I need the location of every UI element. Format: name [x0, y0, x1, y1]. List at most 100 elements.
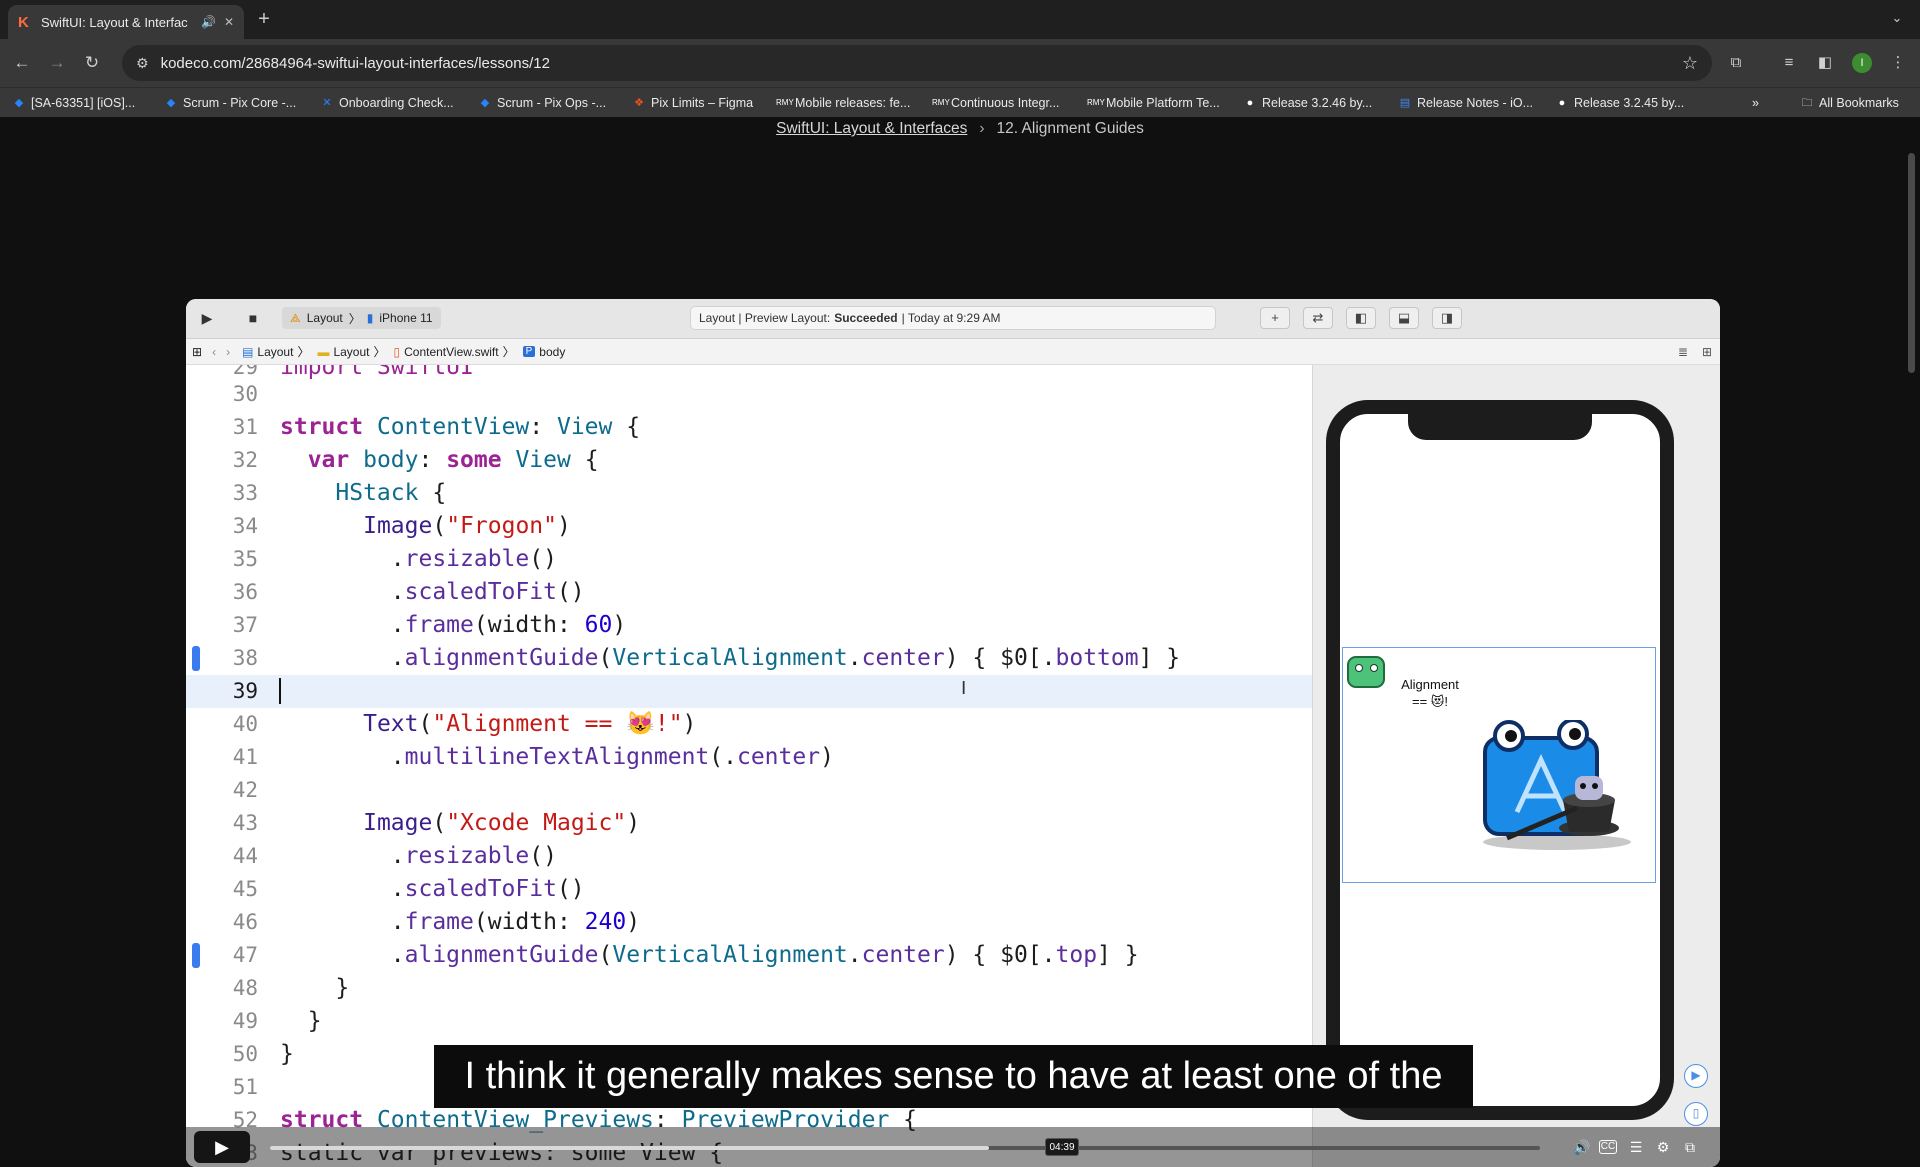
- settings-gear-icon[interactable]: ⚙: [1653, 1137, 1673, 1157]
- bookmark-item[interactable]: ● Release 3.2.46 by...: [1243, 94, 1373, 112]
- back-arrow-icon[interactable]: ←: [10, 51, 34, 75]
- rmy-icon: RMY: [932, 98, 950, 107]
- jump-file: ▯ ContentView.swift 〉: [393, 344, 515, 360]
- video-player[interactable]: ▶ ■ ⟁ Layout 〉 ▮ iPhone 11 Layout | Prev…: [186, 299, 1720, 1167]
- code-line: 49 }: [232, 1008, 322, 1034]
- extensions-icon[interactable]: ⧉: [1726, 53, 1746, 73]
- forward-arrow-icon[interactable]: →: [45, 51, 69, 75]
- close-tab-icon[interactable]: ✕: [224, 15, 234, 29]
- github-icon: ●: [1558, 97, 1566, 109]
- code-line-current: 39: [186, 675, 1312, 708]
- bookmark-item[interactable]: RMY Mobile Platform Te...: [1087, 94, 1220, 112]
- url-text[interactable]: kodeco.com/28684964-swiftui-layout-inter…: [161, 55, 550, 72]
- bookmark-star-icon[interactable]: ☆: [1682, 53, 1698, 74]
- inspector-toggle-icon: ◨: [1432, 307, 1462, 329]
- audio-playing-icon[interactable]: 🔊: [201, 15, 216, 29]
- code-line: 34 Image("Frogon"): [232, 513, 571, 539]
- site-info-icon[interactable]: ⚙: [136, 55, 149, 72]
- play-button[interactable]: ▶: [194, 1131, 250, 1163]
- jump-bar: ⊞ ‹ › ▤ Layout 〉 ▬ Layout 〉 ▯ ContentView.s…: [186, 339, 1720, 365]
- reload-icon[interactable]: ↻: [80, 51, 104, 75]
- project-icon: ▤: [242, 344, 254, 359]
- breadcrumb-course-link[interactable]: SwiftUI: Layout & Interfaces: [776, 120, 967, 137]
- bookmark-item[interactable]: ✕ Onboarding Check...: [320, 94, 453, 112]
- side-panel-icon[interactable]: ◧: [1815, 53, 1835, 73]
- live-preview-icon: ▶: [1684, 1064, 1708, 1088]
- page-content: SwiftUI: Layout & Interfaces › 12. Alignme…: [0, 117, 1920, 1167]
- bookmarks-bar: ◆ [SA-63351] [iOS]... ◆ Scrum - Pix Core -…: [0, 87, 1920, 117]
- code-line: 41 .multilineTextAlignment(.center): [232, 744, 834, 770]
- code-review-icon: ⇄: [1303, 307, 1333, 329]
- bookmark-item[interactable]: ◆ Scrum - Pix Ops -...: [478, 94, 606, 112]
- editor-options-icon: ≣: [1677, 344, 1688, 359]
- code-line: 44 .resizable(): [232, 843, 557, 869]
- swift-file-icon: ▯: [393, 344, 401, 359]
- code-line: 47 .alignmentGuide(VerticalAlignment.cen…: [186, 939, 1312, 972]
- bookmark-item[interactable]: RMY Continuous Integr...: [932, 94, 1059, 112]
- all-bookmarks-folder[interactable]: 🗀 All Bookmarks: [1800, 94, 1899, 112]
- bookmark-item[interactable]: ● Release 3.2.45 by...: [1555, 94, 1685, 112]
- text-caret: [279, 678, 281, 704]
- breadcrumb-separator: ›: [979, 120, 985, 137]
- code-line: 37 .frame(width: 60): [232, 612, 627, 638]
- kodeco-favicon-icon: K: [18, 13, 29, 31]
- confluence-icon: ✕: [322, 97, 332, 109]
- navigator-toggle-icon: ◧: [1346, 307, 1376, 329]
- media-controls-icon[interactable]: ≡: [1779, 53, 1799, 73]
- bookmark-item[interactable]: ◆ [SA-63351] [iOS]...: [12, 94, 135, 112]
- volume-icon[interactable]: 🔊: [1572, 1137, 1592, 1157]
- ibeam-cursor-icon: I: [961, 678, 967, 699]
- code-line: 48 }: [232, 975, 350, 1001]
- browser-toolbar: ← → ↻ ⚙ kodeco.com/28684964-swiftui-layo…: [0, 39, 1920, 87]
- phone-notch: [1408, 412, 1592, 440]
- video-controls: ▶ 04:39 🔊 CC ☰ ⚙ ⧉: [186, 1127, 1720, 1167]
- figma-icon: ❖: [634, 97, 644, 109]
- app-target-icon: ⟁: [290, 310, 301, 325]
- tab-strip: K SwiftUI: Layout & Interfac 🔊 ✕ + ⌄: [0, 0, 1920, 39]
- iphone-frame: Alignment == 😻!: [1326, 400, 1674, 1120]
- bookmark-item[interactable]: ▤ Release Notes - iO...: [1398, 94, 1533, 112]
- docs-icon: ▤: [1399, 97, 1411, 109]
- xcode-toolbar: ▶ ■ ⟁ Layout 〉 ▮ iPhone 11 Layout | Prev…: [186, 299, 1720, 339]
- code-line: 30: [232, 382, 258, 406]
- jump-project: ▤ Layout 〉: [242, 344, 310, 360]
- address-bar[interactable]: ⚙ kodeco.com/28684964-swiftui-layout-int…: [122, 45, 1712, 81]
- new-tab-button[interactable]: +: [253, 8, 275, 30]
- bookmark-item[interactable]: ❖ Pix Limits – Figma: [632, 94, 753, 112]
- folder-icon: 🗀: [1801, 97, 1813, 109]
- jira-icon: ◆: [480, 97, 490, 109]
- more-bookmarks-chevron-icon[interactable]: »: [1752, 94, 1759, 112]
- code-line: 32 var body: some View {: [232, 447, 599, 473]
- profile-avatar[interactable]: I: [1852, 53, 1872, 73]
- device-settings-icon: ▯: [1684, 1102, 1708, 1126]
- tab-search-chevron-icon[interactable]: ⌄: [1886, 10, 1908, 30]
- add-library-icon: +: [1260, 307, 1290, 329]
- code-line: 45 .scaledToFit(): [232, 876, 585, 902]
- jump-symbol: Pbody: [522, 345, 565, 359]
- page-scrollbar[interactable]: [1908, 153, 1915, 373]
- code-line: 40 Text("Alignment == 😻!"): [232, 711, 697, 737]
- time-tooltip: 04:39: [1045, 1138, 1079, 1156]
- property-icon: P: [522, 346, 536, 357]
- forward-chevron-icon: ›: [226, 344, 231, 359]
- run-icon: ▶: [201, 310, 213, 326]
- transcript-icon[interactable]: ☰: [1626, 1137, 1646, 1157]
- code-line: 38 .alignmentGuide(VerticalAlignment.cen…: [186, 642, 1312, 675]
- video-progress-bar[interactable]: 04:39: [270, 1138, 1540, 1156]
- related-items-grid-icon: ⊞: [192, 344, 203, 359]
- code-line: 36 .scaledToFit(): [232, 579, 585, 605]
- code-line: 42: [232, 778, 258, 802]
- tab-title: SwiftUI: Layout & Interfac: [41, 14, 188, 30]
- captions-icon[interactable]: CC: [1599, 1140, 1617, 1154]
- kebab-menu-icon[interactable]: ⋮: [1888, 53, 1908, 73]
- code-line: 35 .resizable(): [232, 546, 557, 572]
- bookmark-item[interactable]: ◆ Scrum - Pix Core -...: [164, 94, 296, 112]
- debug-area-toggle-icon: ⬓: [1389, 307, 1419, 329]
- browser-tab[interactable]: K SwiftUI: Layout & Interfac 🔊 ✕: [8, 5, 244, 39]
- iphone-device-icon: ▮: [366, 311, 374, 325]
- bookmark-item[interactable]: RMY Mobile releases: fe...: [776, 94, 910, 112]
- frogon-image-icon: [1347, 656, 1385, 688]
- jira-icon: ◆: [14, 97, 24, 109]
- picture-in-picture-icon[interactable]: ⧉: [1680, 1137, 1700, 1157]
- add-editor-icon: ⊞: [1701, 344, 1712, 359]
